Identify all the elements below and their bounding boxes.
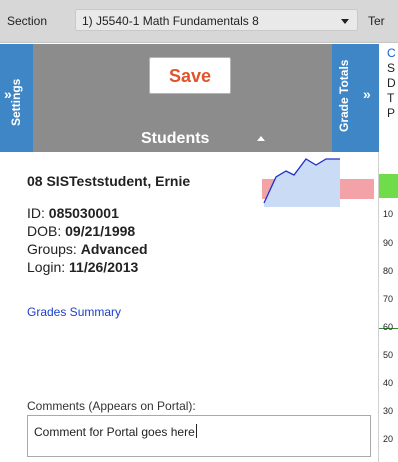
chart-green-bar — [379, 174, 398, 198]
student-groups-line: Groups: Advanced — [27, 241, 148, 257]
strip-letter: S — [387, 61, 396, 75]
student-login-value: 11/26/2013 — [69, 259, 139, 275]
save-button[interactable]: Save — [149, 57, 231, 94]
save-button-label: Save — [168, 66, 212, 86]
section-label: Section — [7, 14, 48, 28]
caret-up-icon[interactable] — [257, 136, 265, 141]
comments-field[interactable]: Comment for Portal goes here — [27, 415, 371, 457]
strip-letter: P — [387, 106, 396, 120]
settings-tab-label: Settings — [9, 78, 23, 126]
chart-tick-label: 60 — [383, 322, 394, 332]
student-id-value: 085030001 — [48, 205, 119, 221]
grade-totals-panel-edge: C S D T P — [379, 44, 398, 152]
chart-tick-label: 90 — [383, 238, 394, 248]
sparkline-area — [264, 159, 340, 207]
section-bar: Section 1) J5540-1 Math Fundamentals 8 T… — [0, 0, 398, 43]
student-name: 08 SISTeststudent, Ernie — [27, 173, 191, 189]
grades-summary-link[interactable]: Grades Summary — [27, 305, 121, 319]
settings-tab[interactable]: » Settings — [0, 44, 33, 152]
chart-tick-label: 40 — [383, 378, 394, 388]
grade-totals-tab-label: Grade Totals — [337, 59, 351, 132]
strip-letter: D — [387, 76, 396, 90]
chart-tick-label: 20 — [383, 434, 394, 444]
student-login-label: Login: — [27, 259, 66, 275]
student-dob-label: DOB: — [27, 223, 62, 239]
student-id-line: ID: 085030001 — [27, 205, 119, 221]
section-select[interactable]: 1) J5540-1 Math Fundamentals 8 — [75, 9, 358, 31]
chart-tick-label: 30 — [383, 406, 394, 416]
student-dob-value: 09/21/1998 — [65, 223, 136, 239]
students-title[interactable]: Students — [141, 130, 209, 148]
double-chevron-right-icon: » — [363, 86, 371, 102]
comments-label: Comments (Appears on Portal): — [27, 399, 196, 413]
section-select-value: 1) J5540-1 Math Fundamentals 8 — [82, 14, 259, 28]
sparkline-red-band-right — [340, 179, 374, 199]
chart-tick-label: 70 — [383, 294, 394, 304]
chart-tick-label: 80 — [383, 266, 394, 276]
student-dob-line: DOB: 09/21/1998 — [27, 223, 135, 239]
term-label: Ter — [368, 14, 385, 28]
student-groups-label: Groups: — [27, 241, 77, 257]
student-login-line: Login: 11/26/2013 — [27, 259, 138, 275]
strip-letter[interactable]: C — [387, 46, 396, 60]
chart-tick-label: 50 — [383, 350, 394, 360]
grade-chart-edge: 10 90 80 70 60 50 40 30 20 — [379, 152, 398, 462]
chart-tick-label: 10 — [383, 209, 394, 219]
grade-trend-sparkline — [262, 158, 374, 207]
student-panel: 08 SISTeststudent, Ernie ID: 085030001 D… — [0, 152, 379, 462]
students-header: Save Students — [33, 44, 332, 152]
student-groups-value: Advanced — [80, 241, 148, 257]
grade-totals-tab[interactable]: Grade Totals » — [332, 44, 379, 152]
strip-letter: T — [387, 91, 395, 105]
student-id-label: ID: — [27, 205, 45, 221]
comments-field-text: Comment for Portal goes here — [34, 424, 197, 439]
chevron-down-icon — [341, 19, 349, 24]
text-cursor — [195, 424, 197, 438]
